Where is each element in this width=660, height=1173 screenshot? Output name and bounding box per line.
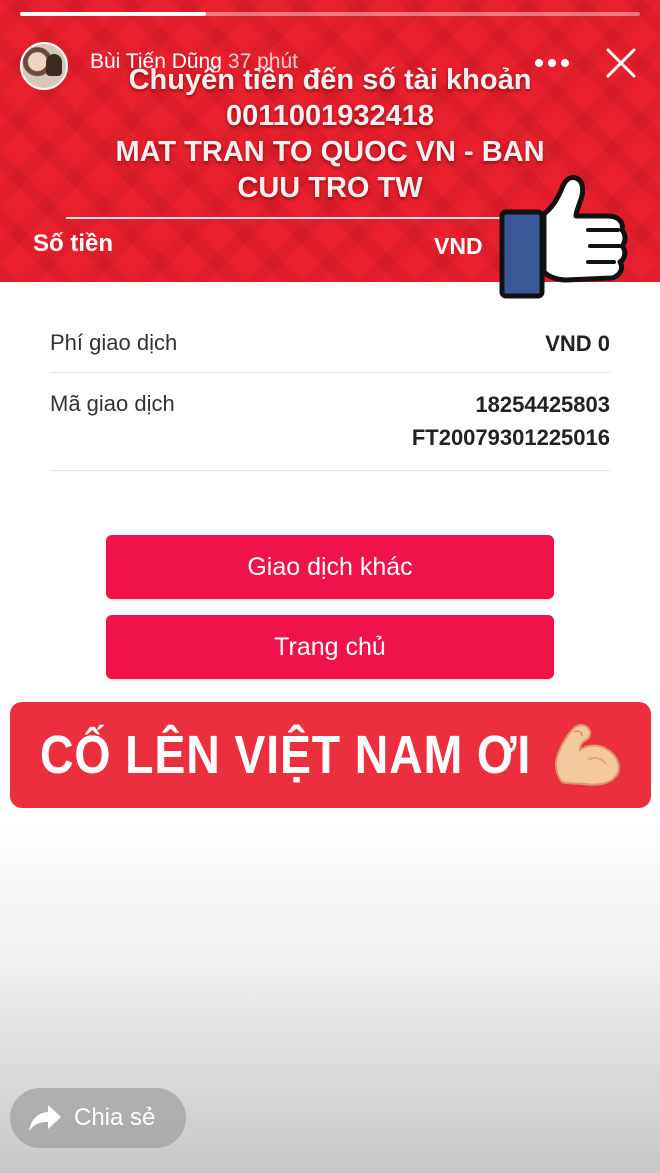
other-transaction-button[interactable]: Giao dịch khác	[106, 535, 554, 599]
home-button[interactable]: Trang chủ	[106, 615, 554, 679]
sticker-text: CỐ LÊN VIỆT NAM ƠI	[40, 725, 532, 785]
thumbs-up-icon	[499, 175, 628, 299]
row-divider	[50, 470, 610, 471]
transaction-ref-value: FT20079301225016	[411, 425, 610, 450]
fee-label: Phí giao dịch	[50, 330, 178, 355]
share-button[interactable]: Chia sẻ	[10, 1088, 186, 1148]
flexed-biceps-icon	[554, 724, 620, 786]
fee-row: Phí giao dịch VND 0	[50, 330, 610, 360]
transaction-code-row: Mã giao dịch 18254425803 FT2007930122501…	[50, 391, 610, 457]
story-progress-bar	[20, 12, 640, 16]
close-icon[interactable]	[604, 46, 638, 80]
row-divider	[50, 372, 610, 373]
more-icon[interactable]	[532, 52, 572, 74]
fee-value: VND 0	[545, 331, 610, 356]
transfer-title-line: MAT TRAN TO QUOC VN - BAN	[115, 136, 545, 168]
share-arrow-icon	[29, 1105, 61, 1131]
amount-currency: VND	[434, 233, 483, 259]
transfer-title-line: 0011001932418	[225, 100, 435, 132]
story-progress-fill	[20, 12, 206, 16]
amount-label: Số tiền	[33, 230, 114, 257]
share-label: Chia sẻ	[74, 1104, 156, 1131]
transaction-code-value: 18254425803	[475, 392, 610, 417]
transaction-code-label: Mã giao dịch	[50, 391, 175, 416]
